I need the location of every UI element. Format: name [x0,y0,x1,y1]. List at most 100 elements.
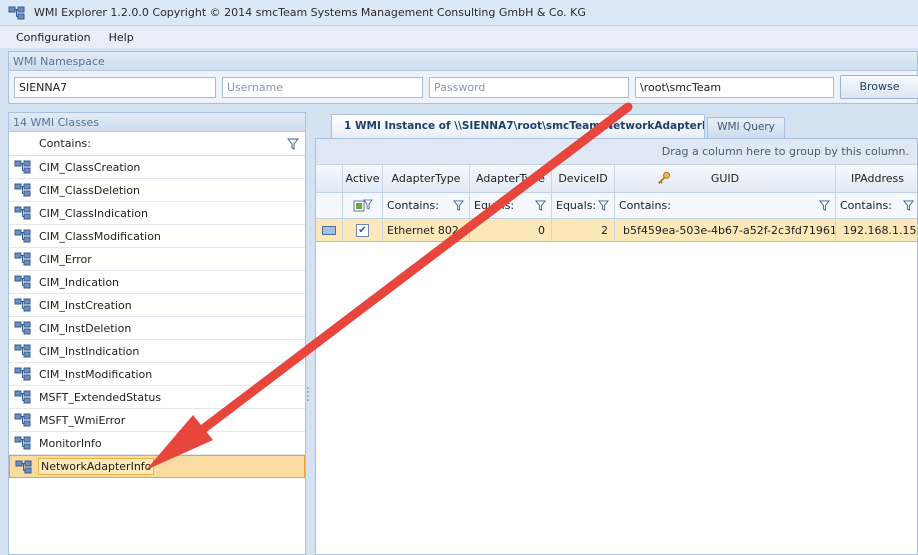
class-label: MonitorInfo [39,436,102,450]
column-header-active[interactable]: Active [343,165,383,192]
tab-wmi-query[interactable]: WMI Query [707,117,785,138]
key-icon [658,171,671,184]
checkbox-filter-icon[interactable] [353,199,373,213]
wmi-class-icon [14,367,31,381]
wmi-class-icon [14,160,31,174]
wmi-class-icon [14,183,31,197]
filter-adaptertype[interactable]: Contains: [383,193,470,218]
list-item[interactable]: CIM_InstCreation [9,294,305,317]
list-item[interactable]: CIM_ClassModification [9,225,305,248]
namespace-panel-header: WMI Namespace [9,52,917,71]
cell-active[interactable]: ✔ [343,219,383,241]
list-item[interactable]: CIM_InstIndication [9,340,305,363]
column-header-ipaddress[interactable]: IPAddress [836,165,917,192]
filter-active[interactable] [343,193,383,218]
table-row[interactable]: ✔ Ethernet 802.3 0 2 b5f459ea-503e-4b67-… [316,219,917,242]
tab-strip: 1 WMI Instance of \\SIENNA7\root\smcTeam… [315,112,918,138]
filter-ipaddress[interactable]: Contains: [836,193,917,218]
class-label: CIM_ClassCreation [39,160,141,174]
class-label: CIM_InstModification [39,367,153,381]
class-label: CIM_ClassModification [39,229,161,243]
class-label: CIM_Error [39,252,92,266]
column-header-adaptertype[interactable]: AdapterType [383,165,470,192]
list-item[interactable]: CIM_ClassCreation [9,156,305,179]
row-header-corner [316,165,343,192]
filter-icon[interactable] [819,200,830,211]
filter-icon[interactable] [598,200,609,211]
class-list: CIM_ClassCreation CIM_ClassDeletion CIM_Cl… [9,156,305,478]
filter-icon[interactable] [287,138,299,150]
column-header-guid-label: GUID [710,172,740,185]
filter-guid-label: Contains: [619,199,671,212]
list-item[interactable]: NetworkAdapterInfo [9,455,305,478]
cell-adaptertype: Ethernet 802.3 [383,219,470,241]
list-item[interactable]: CIM_ClassDeletion [9,179,305,202]
menu-configuration[interactable]: Configuration [8,29,99,46]
browse-button[interactable]: Browse [840,75,918,99]
list-item[interactable]: CIM_ClassIndication [9,202,305,225]
wmi-class-icon [14,344,31,358]
filter-icon[interactable] [903,200,914,211]
wmi-class-icon [14,436,31,450]
wmi-class-icon [14,413,31,427]
filter-adaptertype-id[interactable]: Equals: [470,193,552,218]
column-header-guid[interactable]: GUID [615,165,836,192]
wmi-class-icon [14,298,31,312]
list-item[interactable]: CIM_InstModification [9,363,305,386]
wmi-class-icon [15,460,32,473]
list-item[interactable]: MonitorInfo [9,432,305,455]
menu-help[interactable]: Help [101,29,142,46]
filter-ipaddress-label: Contains: [840,199,892,212]
cell-adaptertype-id: 0 [470,219,552,241]
column-header-deviceid[interactable]: DeviceID [552,165,615,192]
class-filter-row[interactable]: Contains: [9,132,305,156]
grid-header-row: Active AdapterType AdapterType DeviceID … [316,165,917,193]
filter-icon[interactable] [453,200,464,211]
splitter-grip[interactable] [306,386,310,402]
app-icon [8,6,25,19]
wmi-class-icon [14,252,31,266]
wmi-class-icon [14,390,31,404]
list-item[interactable]: MSFT_ExtendedStatus [9,386,305,409]
menu-bar: Configuration Help [0,26,918,48]
list-item[interactable]: CIM_Error [9,248,305,271]
class-label: CIM_ClassIndication [39,206,148,220]
filter-guid[interactable]: Contains: [615,193,836,218]
class-label: MSFT_WmiError [39,413,126,427]
password-field[interactable]: Password [429,77,629,98]
filter-row-corner [316,193,343,218]
list-item[interactable]: MSFT_WmiError [9,409,305,432]
active-checkbox[interactable]: ✔ [356,223,369,237]
class-label: CIM_InstCreation [39,298,132,312]
grid-filter-row: Contains: Equals: Equals: Contains: Cont… [316,193,917,219]
wmi-class-icon [14,206,31,220]
cell-deviceid: 2 [552,219,615,241]
window-title: WMI Explorer 1.2.0.0 Copyright © 2014 sm… [34,6,586,19]
wmi-class-icon [14,229,31,243]
namespace-panel: WMI Namespace SIENNA7 Username Password … [8,51,918,104]
row-indicator[interactable] [316,219,343,241]
column-header-adaptertype-id[interactable]: AdapterType [470,165,552,192]
class-label: CIM_Indication [39,275,120,289]
class-label: CIM_InstIndication [39,344,140,358]
username-field[interactable]: Username [222,77,423,98]
tab-wmi-instance[interactable]: 1 WMI Instance of \\SIENNA7\root\smcTeam… [331,114,705,138]
filter-adaptertype-id-label: Equals: [474,199,515,212]
classes-panel-header: 14 WMI Classes [9,113,305,132]
class-label: MSFT_ExtendedStatus [39,390,162,404]
filter-icon[interactable] [535,200,546,211]
wmi-class-icon [14,275,31,289]
class-label: CIM_ClassDeletion [39,183,140,197]
filter-adaptertype-label: Contains: [387,199,439,212]
namespace-field[interactable]: \root\smcTeam [635,77,834,98]
filter-deviceid[interactable]: Equals: [552,193,615,218]
title-bar: WMI Explorer 1.2.0.0 Copyright © 2014 sm… [0,0,918,26]
classes-panel: 14 WMI Classes Contains: CIM_ClassCreati… [8,112,306,555]
cell-guid: b5f459ea-503e-4b67-a52f-2c3fd719614a [615,219,836,241]
computer-field[interactable]: SIENNA7 [14,77,216,98]
class-label: CIM_InstDeletion [39,321,132,335]
group-by-hint[interactable]: Drag a column here to group by this colu… [316,139,917,165]
list-item[interactable]: CIM_Indication [9,271,305,294]
class-label: NetworkAdapterInfo [38,458,155,475]
list-item[interactable]: CIM_InstDeletion [9,317,305,340]
